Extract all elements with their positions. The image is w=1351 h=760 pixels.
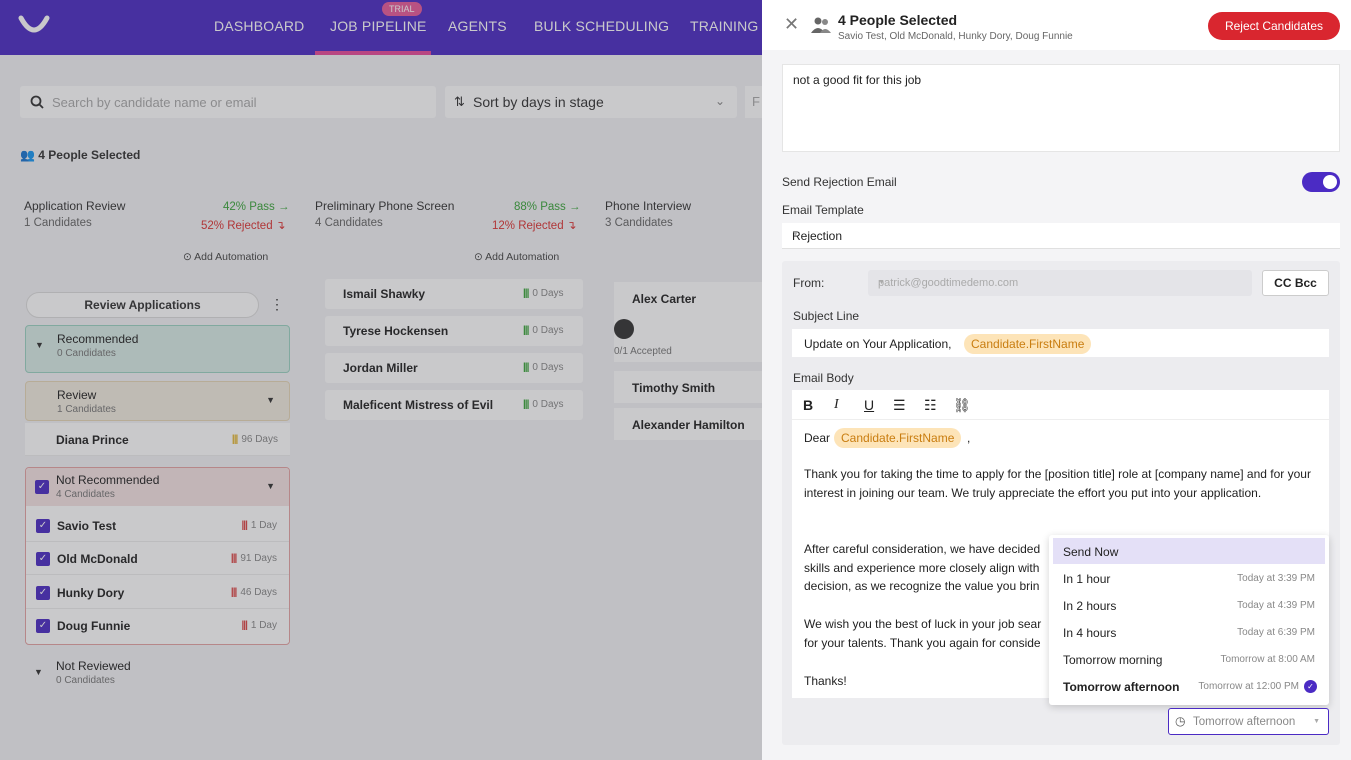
send-option-tomorrow-morning[interactable]: Tomorrow morning Tomorrow at 8:00 AM <box>1053 646 1325 672</box>
email-template-select[interactable]: Rejection ▼ <box>782 223 1340 249</box>
send-option-4-hours[interactable]: In 4 hours Today at 6:39 PM <box>1053 619 1325 645</box>
email-paragraph: for your talents. Thank you again for co… <box>804 635 1041 650</box>
send-option-1-hour[interactable]: In 1 hour Today at 3:39 PM <box>1053 565 1325 591</box>
caret-down-icon: ▼ <box>878 279 885 286</box>
subject-line-input[interactable]: Update on Your Application, Candidate.Fi… <box>792 329 1329 357</box>
merge-field-token[interactable]: Candidate.FirstName <box>834 428 962 448</box>
reject-candidates-button[interactable]: Reject Candidates <box>1208 12 1340 40</box>
numbered-list-icon[interactable]: ☷ <box>924 397 937 414</box>
email-paragraph: Thank you for taking the time to apply f… <box>804 467 1311 500</box>
email-paragraph: skills and experience more closely align… <box>804 560 1040 575</box>
pipeline-app: DASHBOARD JOB PIPELINE TRIAL AGENTS BULK… <box>0 0 762 760</box>
send-option-2-hours[interactable]: In 2 hours Today at 4:39 PM <box>1053 592 1325 618</box>
modal-backdrop[interactable] <box>0 0 762 760</box>
people-icon <box>811 17 831 33</box>
bullet-list-icon[interactable]: ☰ <box>893 397 906 414</box>
from-select[interactable]: patrick@goodtimedemo.com ▼ <box>868 270 1252 296</box>
italic-icon[interactable]: I <box>834 397 839 413</box>
reject-candidates-panel: ✕ 4 People Selected Savio Test, Old McDo… <box>762 0 1351 760</box>
email-signoff: Thanks! <box>804 674 847 688</box>
send-option-tomorrow-afternoon[interactable]: Tomorrow afternoon Tomorrow at 12:00 PM … <box>1053 673 1325 699</box>
merge-field-token[interactable]: Candidate.FirstName <box>964 334 1092 354</box>
rejection-note-textarea[interactable]: not a good fit for this job <box>782 64 1340 152</box>
email-template-label: Email Template <box>782 203 864 217</box>
send-rejection-label: Send Rejection Email <box>782 175 897 189</box>
subject-line-label: Subject Line <box>793 309 860 323</box>
email-paragraph: We wish you the best of luck in your job… <box>804 617 1042 631</box>
bold-icon[interactable]: B <box>803 397 813 413</box>
panel-title: 4 People Selected <box>838 12 958 28</box>
caret-down-icon: ▼ <box>792 231 799 238</box>
clock-icon: ◷ <box>1175 714 1186 728</box>
check-icon: ✓ <box>1304 680 1317 693</box>
email-body-label: Email Body <box>793 371 854 385</box>
cc-bcc-button[interactable]: CC Bcc <box>1262 270 1329 296</box>
underline-icon[interactable]: U <box>864 397 874 413</box>
panel-header: ✕ 4 People Selected Savio Test, Old McDo… <box>762 0 1351 50</box>
email-paragraph: decision, as we recognize the value you … <box>804 579 1040 593</box>
close-icon[interactable]: ✕ <box>784 14 799 35</box>
link-icon[interactable]: ⛓ <box>953 397 971 414</box>
from-label: From: <box>793 276 825 290</box>
email-paragraph: After careful consideration, we have dec… <box>804 542 1041 556</box>
send-time-dropdown: Send Now In 1 hour Today at 3:39 PM In 2… <box>1049 535 1329 705</box>
panel-subtitle: Savio Test, Old McDonald, Hunky Dory, Do… <box>838 31 1073 42</box>
send-time-select[interactable]: ◷ Tomorrow afternoon ▼ <box>1168 708 1329 735</box>
send-option-send-now[interactable]: Send Now <box>1053 538 1325 564</box>
caret-down-icon: ▼ <box>1313 718 1320 725</box>
send-rejection-toggle[interactable] <box>1302 172 1340 192</box>
